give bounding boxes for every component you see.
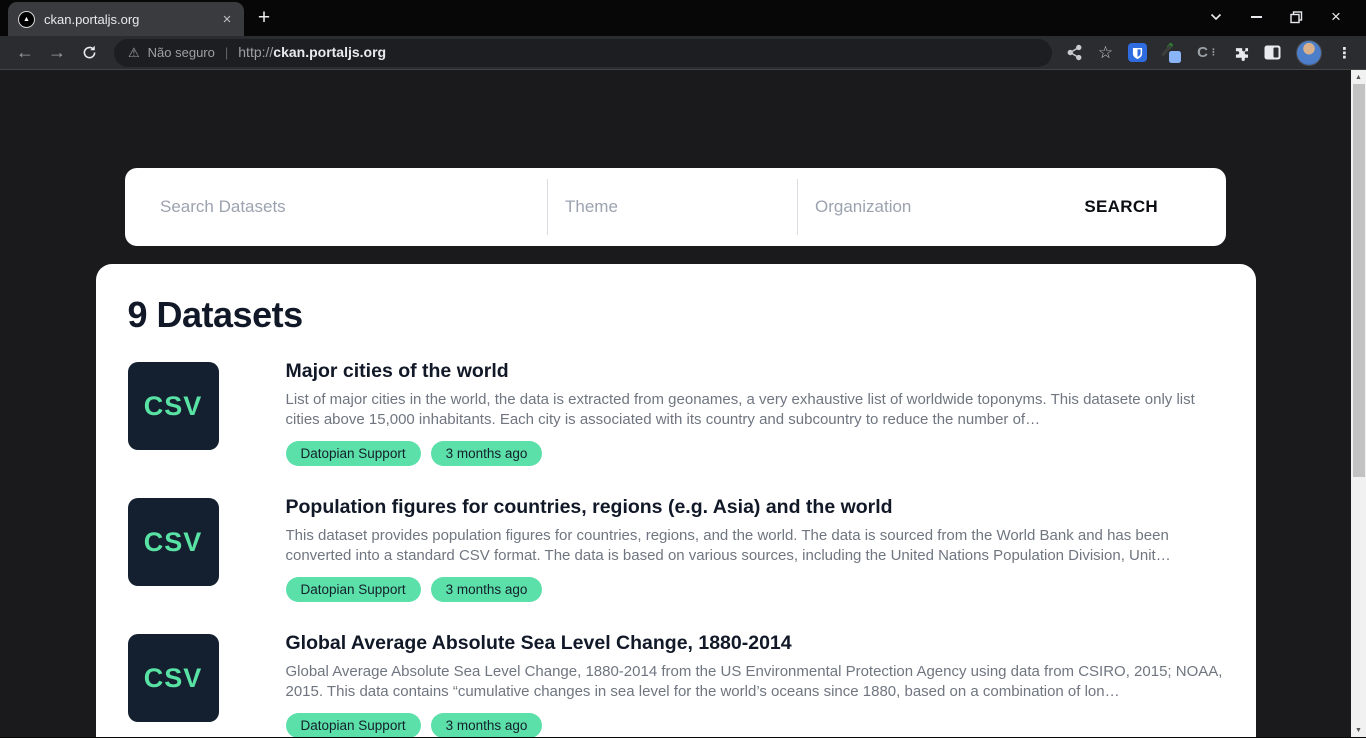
- dataset-item: CSV Major cities of the world List of ma…: [128, 362, 1224, 466]
- dataset-description: List of major cities in the world, the d…: [286, 390, 1224, 430]
- page-scrollbar[interactable]: ▲ ▼: [1351, 70, 1366, 737]
- scrollbar-thumb[interactable]: [1353, 84, 1365, 477]
- not-secure-warning-icon: ⚠: [128, 46, 140, 59]
- search-datasets-input[interactable]: [160, 168, 547, 246]
- new-tab-button[interactable]: +: [250, 4, 278, 32]
- csv-format-icon: CSV: [128, 362, 219, 450]
- bookmark-star-icon[interactable]: ☆: [1098, 43, 1113, 63]
- page-viewport: SEARCH 9 Datasets CSV Major cities of th…: [0, 70, 1366, 737]
- tab-strip: ▲ ckan.portaljs.org × + ×: [0, 0, 1366, 36]
- dataset-title[interactable]: Major cities of the world: [286, 359, 1224, 383]
- organization-badge[interactable]: Datopian Support: [286, 577, 421, 602]
- forward-icon[interactable]: →: [42, 38, 72, 68]
- close-window-button[interactable]: ×: [1316, 0, 1356, 34]
- dataset-description: This dataset provides population figures…: [286, 526, 1224, 566]
- field-divider: [547, 179, 548, 235]
- csv-format-icon: CSV: [128, 498, 219, 586]
- scroll-up-icon[interactable]: ▲: [1351, 70, 1366, 84]
- dataset-item: CSV Global Average Absolute Sea Level Ch…: [128, 634, 1224, 737]
- organization-input[interactable]: [815, 168, 1084, 246]
- tab-close-icon[interactable]: ×: [218, 10, 236, 28]
- search-button[interactable]: SEARCH: [1084, 168, 1158, 246]
- url-scheme: http://: [238, 44, 273, 60]
- url-host: ckan.portaljs.org: [273, 44, 386, 60]
- back-icon[interactable]: ←: [10, 38, 40, 68]
- organization-badge[interactable]: Datopian Support: [286, 441, 421, 466]
- url-divider: |: [223, 45, 230, 60]
- minimize-button[interactable]: [1236, 0, 1276, 34]
- browser-toolbar: ← → ⚠ Não seguro | http://ckan.portaljs.…: [0, 36, 1366, 70]
- profile-avatar[interactable]: [1296, 40, 1322, 66]
- security-label: Não seguro: [148, 45, 215, 60]
- colorpicker-extension-icon[interactable]: [1162, 43, 1182, 63]
- results-count-heading: 9 Datasets: [128, 294, 1224, 336]
- dataset-description: Global Average Absolute Sea Level Change…: [286, 662, 1224, 702]
- extensions-puzzle-icon[interactable]: [1233, 45, 1249, 61]
- bitwarden-extension-icon[interactable]: [1128, 43, 1147, 62]
- age-badge: 3 months ago: [431, 713, 543, 737]
- tab-title: ckan.portaljs.org: [44, 12, 209, 27]
- colorzilla-extension-icon[interactable]: C⋮: [1197, 44, 1218, 61]
- dataset-title[interactable]: Global Average Absolute Sea Level Change…: [286, 631, 1224, 655]
- search-card: SEARCH: [125, 168, 1226, 246]
- site-favicon-icon: ▲: [18, 11, 35, 28]
- age-badge: 3 months ago: [431, 577, 543, 602]
- organization-field[interactable]: [797, 168, 1084, 246]
- address-bar[interactable]: ⚠ Não seguro | http://ckan.portaljs.org: [114, 39, 1052, 67]
- reload-icon[interactable]: [74, 38, 104, 68]
- theme-field[interactable]: [547, 168, 797, 246]
- organization-badge[interactable]: Datopian Support: [286, 713, 421, 737]
- theme-input[interactable]: [565, 168, 797, 246]
- toolbar-actions: ☆ C⋮ ⋮: [1062, 40, 1356, 66]
- dataset-item: CSV Population figures for countries, re…: [128, 498, 1224, 602]
- results-card: 9 Datasets CSV Major cities of the world…: [96, 264, 1256, 737]
- browser-menu-icon[interactable]: ⋮: [1337, 44, 1352, 62]
- window-controls: ×: [1196, 0, 1356, 34]
- age-badge: 3 months ago: [431, 441, 543, 466]
- dataset-title[interactable]: Population figures for countries, region…: [286, 495, 1224, 519]
- field-divider: [797, 179, 798, 235]
- browser-tab[interactable]: ▲ ckan.portaljs.org ×: [8, 2, 244, 36]
- csv-format-icon: CSV: [128, 634, 219, 722]
- search-datasets-field[interactable]: [125, 168, 547, 246]
- scroll-down-icon[interactable]: ▼: [1351, 723, 1366, 737]
- tab-search-chevron-icon[interactable]: [1196, 0, 1236, 34]
- restore-button[interactable]: [1276, 0, 1316, 34]
- share-icon[interactable]: [1066, 44, 1083, 61]
- url-text: http://ckan.portaljs.org: [238, 44, 386, 62]
- side-panel-icon[interactable]: [1264, 45, 1281, 60]
- page-content: SEARCH 9 Datasets CSV Major cities of th…: [0, 70, 1351, 737]
